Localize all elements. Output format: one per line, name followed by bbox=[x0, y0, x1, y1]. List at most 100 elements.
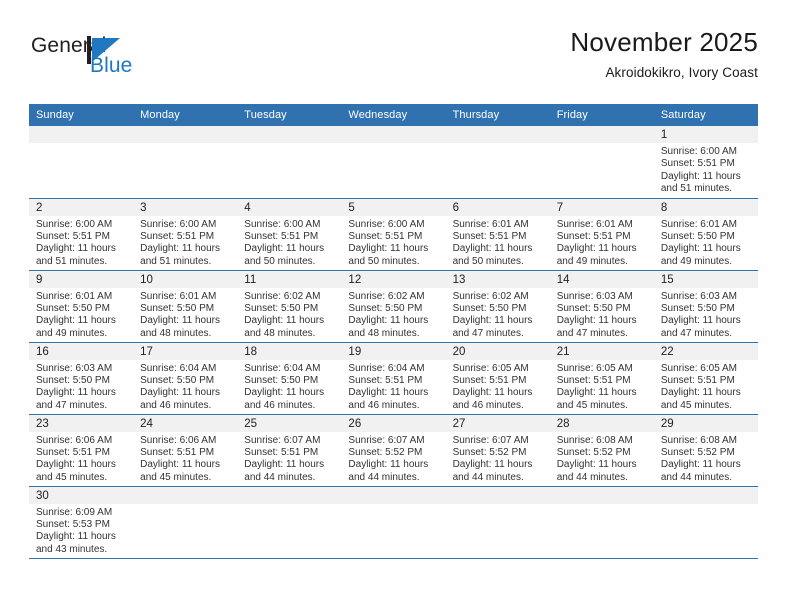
calendar-cell-empty bbox=[445, 486, 550, 559]
day-info-line: Sunrise: 6:00 AM bbox=[348, 218, 425, 230]
calendar-week-row: 30 Sunrise: 6:09 AM Sunset: 5:53 PM Dayligh… bbox=[29, 486, 758, 559]
day-sun-info: Sunrise: 6:01 AM Sunset: 5:51 PM Daylight:… bbox=[446, 216, 550, 269]
day-info-line: Sunset: 5:50 PM bbox=[140, 374, 215, 386]
weekday-header-monday: Monday bbox=[133, 104, 238, 126]
calendar-day-cell[interactable]: 27 Sunrise: 6:07 AM Sunset: 5:52 PM Dayligh… bbox=[445, 414, 550, 487]
day-number: 6 bbox=[445, 198, 550, 216]
day-info-line: Daylight: 11 hours bbox=[452, 387, 533, 399]
calendar-day-cell[interactable]: 14 Sunrise: 6:03 AM Sunset: 5:50 PM Dayligh… bbox=[549, 270, 654, 343]
calendar-day-cell[interactable]: 16 Sunrise: 6:03 AM Sunset: 5:50 PM Dayligh… bbox=[29, 342, 134, 415]
calendar-day-cell[interactable]: 22 Sunrise: 6:05 AM Sunset: 5:51 PM Dayligh… bbox=[653, 342, 758, 415]
day-info-line: Sunrise: 6:05 AM bbox=[660, 362, 737, 374]
day-info-line: Daylight: 11 hours bbox=[660, 459, 741, 471]
calendar-cell-empty bbox=[237, 486, 342, 559]
day-info-line: Sunrise: 6:00 AM bbox=[140, 218, 217, 230]
calendar-day-cell[interactable]: 9 Sunrise: 6:01 AM Sunset: 5:50 PM Daylight… bbox=[29, 270, 134, 343]
calendar-day-cell[interactable]: 6 Sunrise: 6:01 AM Sunset: 5:51 PM Daylight… bbox=[445, 198, 550, 271]
calendar-day-cell[interactable]: 3 Sunrise: 6:00 AM Sunset: 5:51 PM Daylight… bbox=[133, 198, 238, 271]
day-info-line: Sunrise: 6:04 AM bbox=[140, 362, 217, 374]
day-sun-info: Sunrise: 6:08 AM Sunset: 5:52 PM Daylight:… bbox=[550, 432, 654, 485]
day-info-line: Sunrise: 6:05 AM bbox=[556, 362, 633, 374]
day-info-line: and 50 minutes. bbox=[452, 255, 524, 267]
calendar-page: General Blue November 2025 Akroidokikro,… bbox=[0, 0, 792, 612]
calendar-day-cell[interactable]: 4 Sunrise: 6:00 AM Sunset: 5:51 PM Daylight… bbox=[237, 198, 342, 271]
day-info-line: Daylight: 11 hours bbox=[140, 243, 220, 255]
calendar-day-cell[interactable]: 24 Sunrise: 6:06 AM Sunset: 5:51 PM Dayligh… bbox=[133, 414, 238, 487]
day-info-line: Daylight: 11 hours bbox=[348, 315, 429, 327]
calendar-day-cell[interactable]: 23 Sunrise: 6:06 AM Sunset: 5:51 PM Dayligh… bbox=[29, 414, 134, 487]
day-info-line: Daylight: 11 hours bbox=[452, 459, 533, 471]
day-info-line: Sunset: 5:51 PM bbox=[556, 230, 631, 242]
day-sun-info: Sunrise: 6:03 AM Sunset: 5:50 PM Daylight:… bbox=[29, 360, 133, 413]
day-info-line: Sunrise: 6:00 AM bbox=[660, 146, 737, 157]
calendar-day-cell[interactable]: 20 Sunrise: 6:05 AM Sunset: 5:51 PM Dayligh… bbox=[445, 342, 550, 415]
day-number: 9 bbox=[29, 270, 134, 288]
calendar-day-cell[interactable]: 17 Sunrise: 6:04 AM Sunset: 5:50 PM Dayligh… bbox=[133, 342, 238, 415]
calendar-cell-empty bbox=[445, 126, 550, 199]
logo-text-blue: Blue bbox=[90, 54, 133, 77]
calendar-day-cell[interactable]: 28 Sunrise: 6:08 AM Sunset: 5:52 PM Dayligh… bbox=[549, 414, 654, 487]
day-info-line: Daylight: 11 hours bbox=[452, 315, 533, 327]
general-blue-logo: General Blue bbox=[29, 34, 239, 90]
day-info-line: Sunrise: 6:03 AM bbox=[36, 362, 113, 374]
calendar-day-cell[interactable]: 29 Sunrise: 6:08 AM Sunset: 5:52 PM Dayligh… bbox=[653, 414, 758, 487]
day-sun-info: Sunrise: 6:05 AM Sunset: 5:51 PM Daylight:… bbox=[550, 360, 654, 413]
day-info-line: Sunset: 5:50 PM bbox=[244, 374, 319, 386]
day-number: 23 bbox=[29, 414, 134, 432]
calendar-day-cell[interactable]: 2 Sunrise: 6:00 AM Sunset: 5:51 PM Daylight… bbox=[29, 198, 134, 271]
day-number bbox=[237, 486, 342, 504]
calendar-day-cell[interactable]: 1 Sunrise: 6:00 AM Sunset: 5:51 PM Daylight… bbox=[653, 126, 758, 199]
calendar-day-cell[interactable]: 5 Sunrise: 6:00 AM Sunset: 5:51 PM Daylight… bbox=[341, 198, 446, 271]
calendar-day-cell[interactable]: 8 Sunrise: 6:01 AM Sunset: 5:50 PM Daylight… bbox=[653, 198, 758, 271]
day-info-line: Sunset: 5:51 PM bbox=[244, 446, 319, 458]
day-sun-info: Sunrise: 6:01 AM Sunset: 5:50 PM Daylight:… bbox=[654, 216, 758, 269]
calendar-body: 1 Sunrise: 6:00 AM Sunset: 5:51 PM Daylight… bbox=[29, 126, 758, 559]
weekday-header-wednesday: Wednesday bbox=[341, 104, 446, 126]
day-info-line: Daylight: 11 hours bbox=[556, 315, 637, 327]
day-number: 15 bbox=[653, 270, 758, 288]
calendar-cell-empty bbox=[29, 126, 134, 199]
day-number bbox=[653, 486, 758, 504]
day-info-line: Sunset: 5:50 PM bbox=[556, 302, 631, 314]
day-sun-info: Sunrise: 6:04 AM Sunset: 5:51 PM Daylight:… bbox=[341, 360, 445, 413]
calendar-day-cell[interactable]: 25 Sunrise: 6:07 AM Sunset: 5:51 PM Dayligh… bbox=[237, 414, 342, 487]
calendar-day-cell[interactable]: 18 Sunrise: 6:04 AM Sunset: 5:50 PM Dayligh… bbox=[237, 342, 342, 415]
calendar-day-cell[interactable]: 21 Sunrise: 6:05 AM Sunset: 5:51 PM Dayligh… bbox=[549, 342, 654, 415]
calendar-day-cell[interactable]: 11 Sunrise: 6:02 AM Sunset: 5:50 PM Dayligh… bbox=[237, 270, 342, 343]
day-info-line: and 48 minutes. bbox=[244, 327, 316, 339]
day-number: 26 bbox=[341, 414, 446, 432]
day-info-line: and 45 minutes. bbox=[140, 471, 212, 483]
calendar-week-row: 1 Sunrise: 6:00 AM Sunset: 5:51 PM Daylight… bbox=[29, 126, 758, 199]
day-sun-info: Sunrise: 6:03 AM Sunset: 5:50 PM Daylight:… bbox=[550, 288, 654, 341]
day-info-line: Daylight: 11 hours bbox=[556, 387, 637, 399]
calendar-day-cell[interactable]: 26 Sunrise: 6:07 AM Sunset: 5:52 PM Dayligh… bbox=[341, 414, 446, 487]
day-sun-info: Sunrise: 6:01 AM Sunset: 5:50 PM Daylight:… bbox=[29, 288, 133, 341]
day-sun-info: Sunrise: 6:02 AM Sunset: 5:50 PM Daylight:… bbox=[446, 288, 550, 341]
day-info-line: and 48 minutes. bbox=[140, 327, 212, 339]
day-sun-info: Sunrise: 6:06 AM Sunset: 5:51 PM Daylight:… bbox=[133, 432, 237, 485]
day-info-line: and 50 minutes. bbox=[348, 255, 420, 267]
day-info-line: Daylight: 11 hours bbox=[36, 459, 116, 471]
day-sun-info: Sunrise: 6:05 AM Sunset: 5:51 PM Daylight:… bbox=[446, 360, 550, 413]
calendar-day-cell[interactable]: 19 Sunrise: 6:04 AM Sunset: 5:51 PM Dayligh… bbox=[341, 342, 446, 415]
day-number: 2 bbox=[29, 198, 134, 216]
calendar-day-cell[interactable]: 15 Sunrise: 6:03 AM Sunset: 5:50 PM Dayligh… bbox=[653, 270, 758, 343]
day-number: 18 bbox=[237, 342, 342, 360]
day-info-line: Sunset: 5:50 PM bbox=[452, 302, 527, 314]
weekday-header-friday: Friday bbox=[549, 104, 654, 126]
day-number: 19 bbox=[341, 342, 446, 360]
calendar-day-cell[interactable]: 30 Sunrise: 6:09 AM Sunset: 5:53 PM Dayligh… bbox=[29, 486, 134, 559]
calendar-day-cell[interactable]: 10 Sunrise: 6:01 AM Sunset: 5:50 PM Dayligh… bbox=[133, 270, 238, 343]
day-number bbox=[341, 126, 446, 143]
calendar-day-cell[interactable]: 7 Sunrise: 6:01 AM Sunset: 5:51 PM Daylight… bbox=[549, 198, 654, 271]
day-info-line: Sunset: 5:52 PM bbox=[556, 446, 631, 458]
day-sun-info: Sunrise: 6:00 AM Sunset: 5:51 PM Daylight:… bbox=[29, 216, 133, 269]
day-number bbox=[133, 486, 238, 504]
calendar-day-cell[interactable]: 12 Sunrise: 6:02 AM Sunset: 5:50 PM Dayligh… bbox=[341, 270, 446, 343]
day-info-line: Sunrise: 6:04 AM bbox=[348, 362, 425, 374]
calendar-day-cell[interactable]: 13 Sunrise: 6:02 AM Sunset: 5:50 PM Dayligh… bbox=[445, 270, 550, 343]
day-info-line: and 44 minutes. bbox=[452, 471, 524, 483]
day-info-line: Sunrise: 6:07 AM bbox=[452, 434, 529, 446]
day-info-line: Sunset: 5:51 PM bbox=[348, 374, 423, 386]
day-sun-info: Sunrise: 6:00 AM Sunset: 5:51 PM Daylight:… bbox=[237, 216, 341, 269]
